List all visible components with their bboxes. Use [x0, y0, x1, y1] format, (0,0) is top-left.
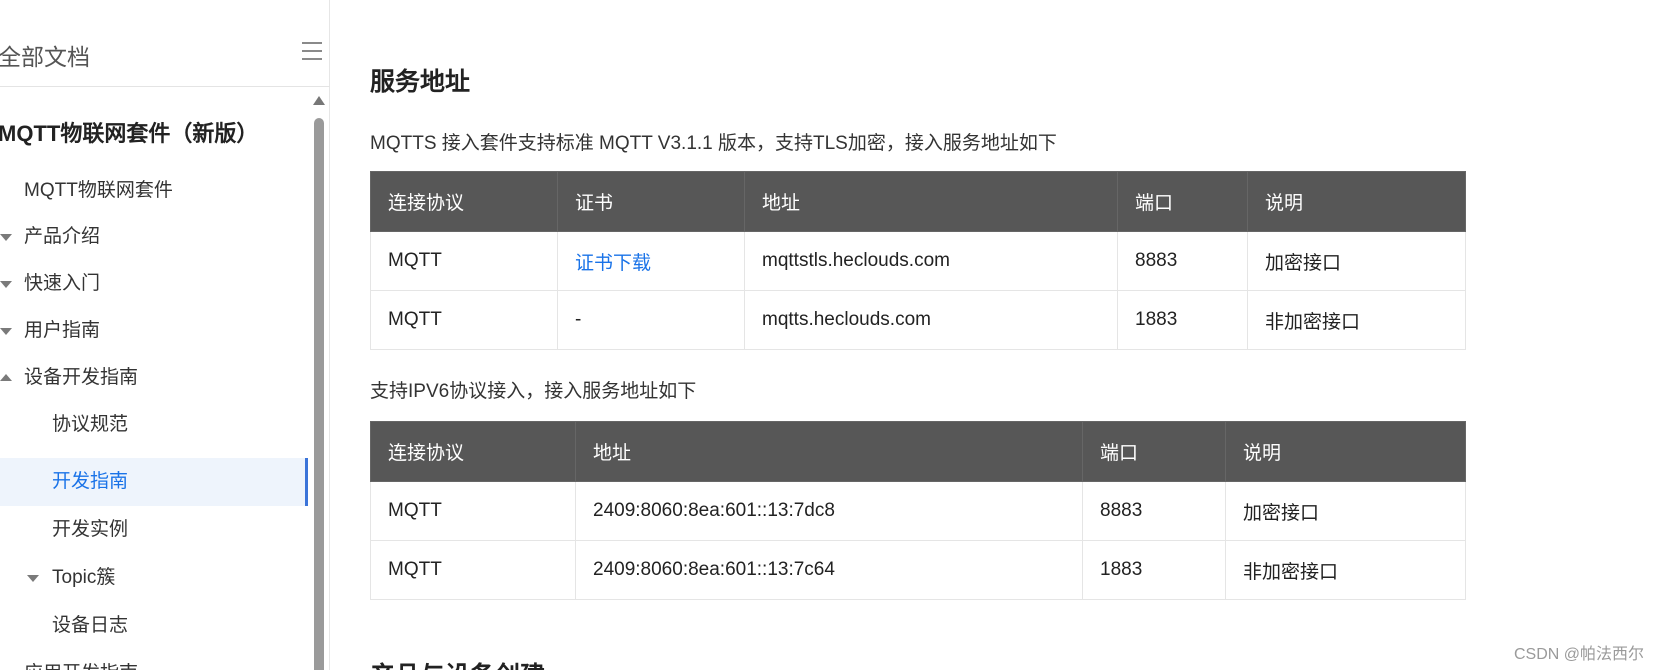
- sidebar-item-dev-examples[interactable]: 开发实例: [0, 506, 308, 554]
- table-cell: 2409:8060:8ea:601::13:7c64: [575, 540, 1083, 600]
- table-cell: MQTT: [370, 231, 558, 291]
- intro-paragraph: MQTTS 接入套件支持标准 MQTT V3.1.1 版本，支持TLS加密，接入…: [370, 133, 1057, 154]
- table-cell: mqttstls.heclouds.com: [744, 231, 1118, 291]
- sidebar-section-title[interactable]: MQTT物联网套件（新版）: [0, 116, 258, 148]
- ipv6-intro-paragraph: 支持IPV6协议接入，接入服务地址如下: [370, 381, 697, 402]
- table-cell: MQTT: [370, 481, 576, 541]
- service-address-table: 连接协议 证书 地址 端口 说明 MQTT 证书下载 mqttstls.hecl…: [370, 171, 1466, 350]
- table-cell: 1883: [1117, 290, 1248, 350]
- ipv6-address-table: 连接协议 地址 端口 说明 MQTT 2409:8060:8ea:601::13…: [370, 421, 1466, 600]
- section-heading-service-address: 服务地址: [370, 68, 471, 96]
- sidebar-item-dev-guide[interactable]: 开发指南: [0, 458, 308, 506]
- sidebar-header: 全部文档: [0, 0, 330, 87]
- table-cell: 加密接口: [1225, 481, 1466, 541]
- sidebar-item-label: 设备日志: [52, 615, 129, 636]
- sidebar-item-label: 开发指南: [52, 471, 129, 492]
- table-row: MQTT 2409:8060:8ea:601::13:7c64 1883 非加密…: [370, 540, 1466, 600]
- table-row: MQTT - mqtts.heclouds.com 1883 非加密接口: [370, 290, 1466, 350]
- caret-down-icon: [0, 281, 12, 288]
- sidebar-item-quick-start[interactable]: 快速入门: [0, 260, 308, 308]
- sidebar-item-product-intro[interactable]: 产品介绍: [0, 213, 308, 261]
- column-header: 说明: [1247, 171, 1466, 232]
- table-header-row: 连接协议 地址 端口 说明: [370, 421, 1466, 482]
- sidebar-item-label: 应用开发指南: [24, 650, 138, 670]
- certificate-download-link[interactable]: 证书下载: [575, 253, 651, 274]
- sidebar-item-topic-cluster[interactable]: Topic簇: [0, 554, 308, 602]
- scroll-up-arrow-icon[interactable]: [313, 96, 325, 105]
- csdn-watermark: CSDN @帕法西尔: [1513, 646, 1644, 663]
- sidebar-item-device-log[interactable]: 设备日志: [0, 602, 308, 650]
- sidebar-item-label: Topic簇: [52, 567, 116, 588]
- table-cell: -: [557, 290, 745, 350]
- sidebar-item-protocol-spec[interactable]: 协议规范: [0, 401, 308, 449]
- column-header: 连接协议: [370, 421, 576, 482]
- table-header-row: 连接协议 证书 地址 端口 说明: [370, 171, 1466, 232]
- table-cell: 非加密接口: [1225, 540, 1466, 600]
- sidebar-scrollbar[interactable]: [313, 96, 325, 670]
- column-header: 说明: [1225, 421, 1466, 482]
- sidebar-item-label: MQTT物联网套件: [24, 180, 173, 201]
- table-cell: 1883: [1082, 540, 1226, 600]
- column-header: 地址: [575, 421, 1083, 482]
- hamburger-icon[interactable]: [302, 42, 322, 62]
- sidebar-title: 全部文档: [0, 44, 90, 70]
- sidebar-item-mqtt-suite[interactable]: MQTT物联网套件: [0, 167, 308, 215]
- sidebar-item-label: 设备开发指南: [24, 367, 139, 388]
- table-cell: 8883: [1117, 231, 1248, 291]
- table-cell: 8883: [1082, 481, 1226, 541]
- column-header: 地址: [744, 171, 1118, 232]
- caret-down-icon: [0, 328, 12, 335]
- table-cell: 非加密接口: [1247, 290, 1466, 350]
- sidebar-item-label: 开发实例: [52, 519, 129, 540]
- sidebar-item-user-guide[interactable]: 用户指南: [0, 307, 308, 355]
- column-header: 端口: [1117, 171, 1248, 232]
- column-header: 连接协议: [370, 171, 558, 232]
- sidebar-item-label: 用户指南: [24, 320, 101, 341]
- caret-up-icon: [0, 374, 12, 381]
- main-content: 服务地址 MQTTS 接入套件支持标准 MQTT V3.1.1 版本，支持TLS…: [370, 0, 1470, 670]
- column-header: 端口: [1082, 421, 1226, 482]
- sidebar-item-label: 协议规范: [52, 414, 129, 435]
- sidebar-item-label: 快速入门: [24, 273, 101, 294]
- table-cell: 证书下载: [557, 231, 745, 291]
- caret-down-icon: [27, 575, 39, 582]
- table-cell: 2409:8060:8ea:601::13:7dc8: [575, 481, 1083, 541]
- column-header: 证书: [557, 171, 745, 232]
- sidebar-item-app-dev-guide[interactable]: 应用开发指南: [0, 650, 308, 670]
- table-cell: mqtts.heclouds.com: [744, 290, 1118, 350]
- scrollbar-thumb[interactable]: [314, 118, 324, 670]
- sidebar: 全部文档 MQTT物联网套件（新版） MQTT物联网套件 产品介绍 快速入门 用…: [0, 0, 330, 670]
- table-cell: MQTT: [370, 540, 576, 600]
- table-row: MQTT 证书下载 mqttstls.heclouds.com 8883 加密接…: [370, 231, 1466, 291]
- table-cell: MQTT: [370, 290, 558, 350]
- sidebar-item-device-dev-guide[interactable]: 设备开发指南: [0, 354, 308, 402]
- section-heading-product-device: 产品与设备创建: [370, 656, 545, 670]
- docs-page: 全部文档 MQTT物联网套件（新版） MQTT物联网套件 产品介绍 快速入门 用…: [0, 0, 1658, 670]
- table-cell: 加密接口: [1247, 231, 1466, 291]
- table-row: MQTT 2409:8060:8ea:601::13:7dc8 8883 加密接…: [370, 481, 1466, 541]
- sidebar-item-label: 产品介绍: [24, 226, 101, 247]
- caret-down-icon: [0, 234, 12, 241]
